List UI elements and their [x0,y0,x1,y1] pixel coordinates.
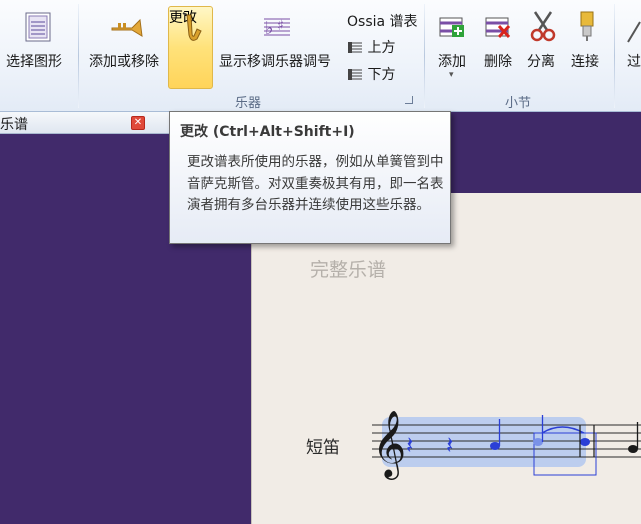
tooltip-body: 更改谱表所使用的乐器，例如从单簧管到中音萨克斯管。对双重奏极其有用，即一名表演者… [187,154,444,213]
add-remove-label: 添加或移除 [89,54,159,70]
close-icon[interactable]: ✕ [131,116,145,130]
add-remove-instrument-button[interactable]: 添加或移除 [86,4,166,84]
scissors-icon [530,11,556,42]
select-graphics-label: 选择图形 [6,54,62,70]
ossia-above-label: 上方 [367,40,396,56]
delete-bar-button[interactable]: 删除 [478,4,520,86]
bars-group-label: 小节 [505,96,532,111]
split-bar-label: 分离 [527,54,555,70]
ossia-below-label: 下方 [367,67,396,83]
select-graphics-button[interactable]: 选择图形 [2,4,72,84]
join-bar-button[interactable]: 连接 [566,4,608,86]
score-title: 完整乐谱 [310,259,387,281]
change-instrument-button[interactable]: 更改 [168,6,213,89]
join-icon [580,11,594,41]
partial-ribbon-label: 过 [627,54,641,70]
separator [78,4,79,108]
show-transposing-label: 显示移调乐器调号 [219,54,331,70]
add-bar-dropdown-icon[interactable]: ▾ [449,70,454,80]
panel-title: 乐谱 [0,117,28,133]
note-head[interactable] [533,438,543,446]
svg-text:♯: ♯ [277,18,284,34]
delete-bar-icon [485,17,511,39]
ossia-above-icon [348,42,362,53]
ossia-above-button[interactable]: 上方 [347,37,395,57]
tooltip-title: 更改 (Ctrl+Alt+Shift+I) [180,124,355,140]
note-head[interactable] [628,445,638,453]
staff-system[interactable]: 𝄞 𝄽 𝄽 [360,405,641,485]
saxophone-icon [182,12,202,41]
score-thumbnail-icon [25,12,51,42]
separator [424,4,425,108]
partial-ribbon-button[interactable]: 过 [620,4,641,86]
quarter-rest: 𝄽 [446,431,453,459]
treble-clef: 𝄞 [372,409,406,480]
change-tooltip: 更改 (Ctrl+Alt+Shift+I) 更改谱表所使用的乐器，例如从单簧管到… [169,111,451,244]
note-head[interactable] [580,438,590,446]
ossia-below-button[interactable]: 下方 [347,64,395,84]
note-head[interactable] [490,442,500,450]
add-bar-icon [439,17,464,37]
ossia-below-icon [348,69,362,80]
quarter-rest: 𝄽 [406,431,413,459]
delete-bar-label: 删除 [484,54,512,70]
instruments-group-label: 乐器 [235,96,262,111]
ossia-staff-label: Ossia 谱表 [347,14,418,30]
instruments-dialog-launcher[interactable] [405,96,413,104]
instrument-name: 短笛 [306,438,340,458]
svg-text:♭: ♭ [265,18,274,39]
add-bar-label: 添加 [438,54,466,70]
show-transposing-button[interactable]: ♭ ♯ 显示移调乐器调号 [216,4,342,84]
split-bar-button[interactable]: 分离 [522,4,564,86]
partial-ribbon-icon [627,21,641,43]
ribbon: 选择图形 添加或移除 更改 ♭ ♯ 显示移调乐器调号 Ossia 谱表 上方 下… [0,0,641,112]
add-bar-button[interactable]: 添加 ▾ [432,4,474,86]
join-bar-label: 连接 [571,54,599,70]
transposing-staff-icon: ♭ ♯ [264,18,290,39]
trumpet-icon [111,18,143,37]
separator [614,4,615,108]
